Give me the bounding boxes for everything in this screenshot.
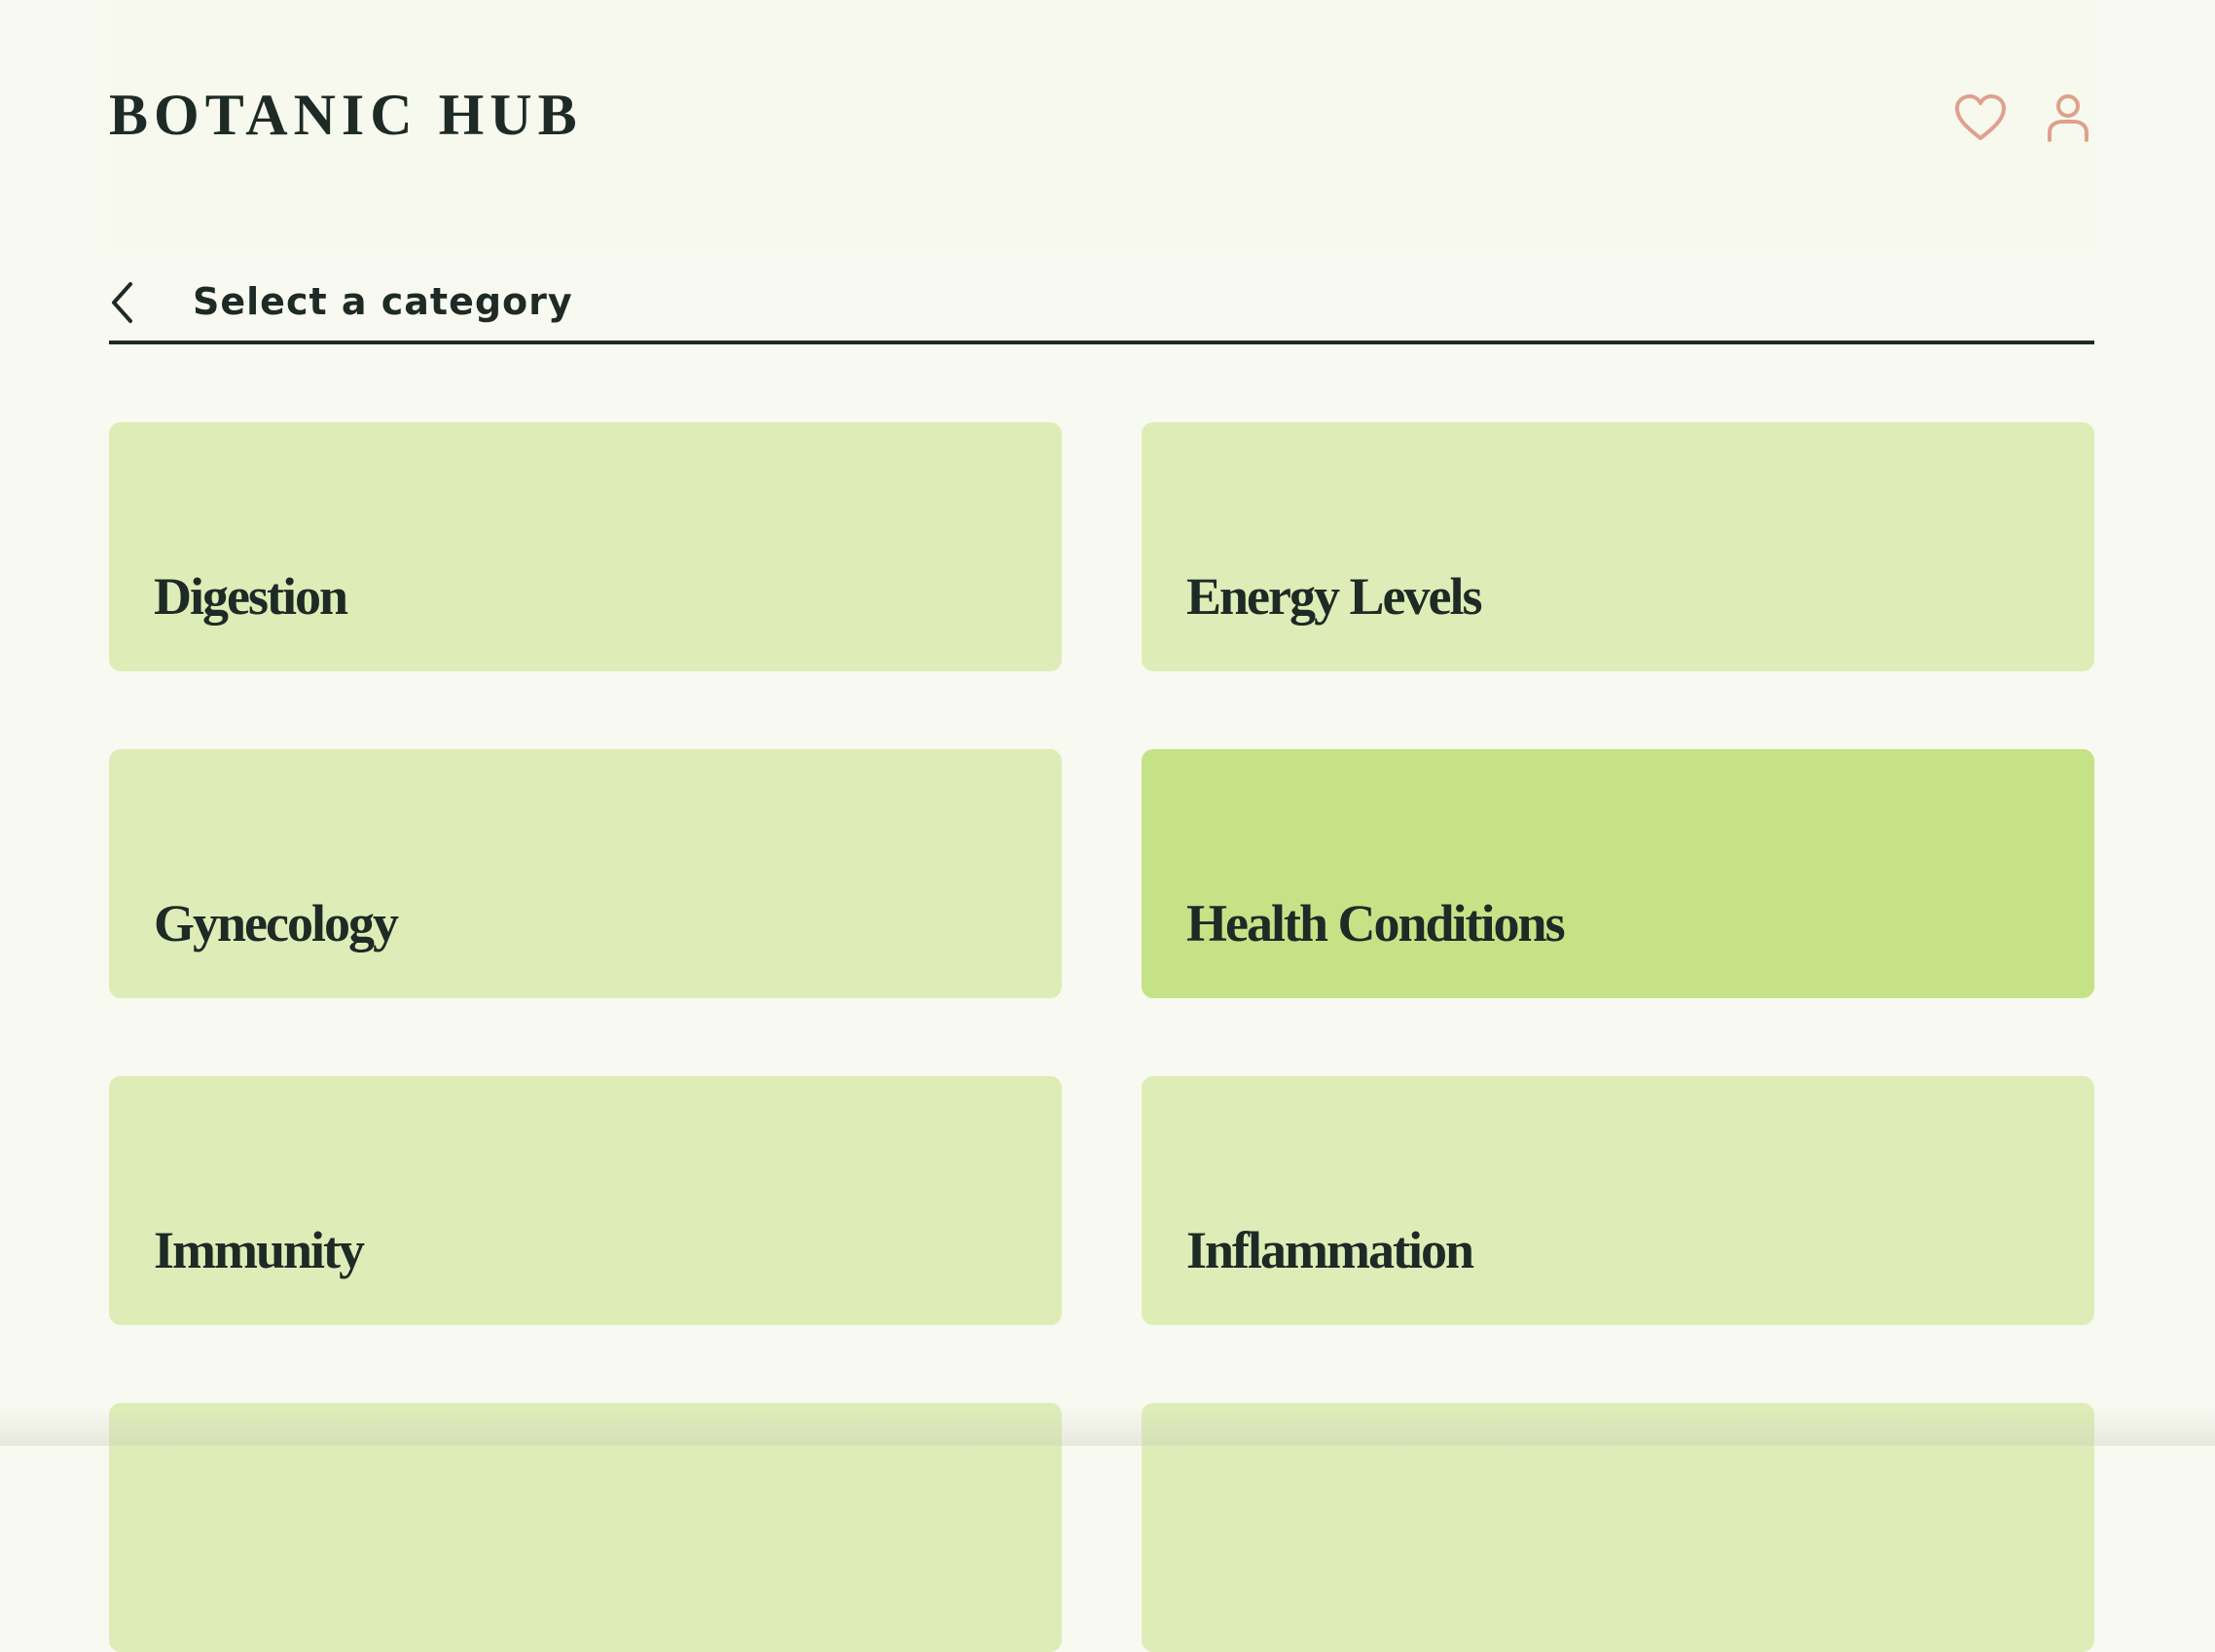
header-icons — [1954, 91, 2094, 144]
category-grid: Digestion Energy Levels Gynecology Healt… — [109, 422, 2094, 1652]
category-label: Health Conditions — [1186, 894, 1566, 952]
favorites-button[interactable] — [1954, 91, 2007, 144]
category-card-partial-right[interactable] — [1142, 1403, 2094, 1652]
category-label: Inflammation — [1186, 1221, 1474, 1279]
back-button[interactable] — [109, 278, 148, 327]
category-card-immunity[interactable]: Immunity — [109, 1076, 1062, 1325]
user-icon — [2048, 94, 2088, 142]
category-card-gynecology[interactable]: Gynecology — [109, 749, 1062, 998]
category-label: Gynecology — [154, 894, 399, 952]
chevron-left-icon — [112, 282, 132, 323]
account-button[interactable] — [2042, 91, 2094, 144]
category-nav: Select a category — [109, 272, 2094, 344]
category-card-digestion[interactable]: Digestion — [109, 422, 1062, 671]
category-label: Digestion — [154, 567, 348, 626]
page-title: Select a category — [193, 280, 573, 323]
category-label: Energy Levels — [1186, 567, 1482, 626]
category-card-energy-levels[interactable]: Energy Levels — [1142, 422, 2094, 671]
logo[interactable]: BOTANIC HUB — [109, 86, 583, 144]
category-card-health-conditions[interactable]: Health Conditions — [1142, 749, 2094, 998]
category-card-inflammation[interactable]: Inflammation — [1142, 1076, 2094, 1325]
category-card-partial-left[interactable] — [109, 1403, 1062, 1652]
category-label: Immunity — [154, 1221, 365, 1279]
site-header: BOTANIC HUB — [109, 0, 2094, 253]
heart-icon — [1955, 94, 2006, 140]
